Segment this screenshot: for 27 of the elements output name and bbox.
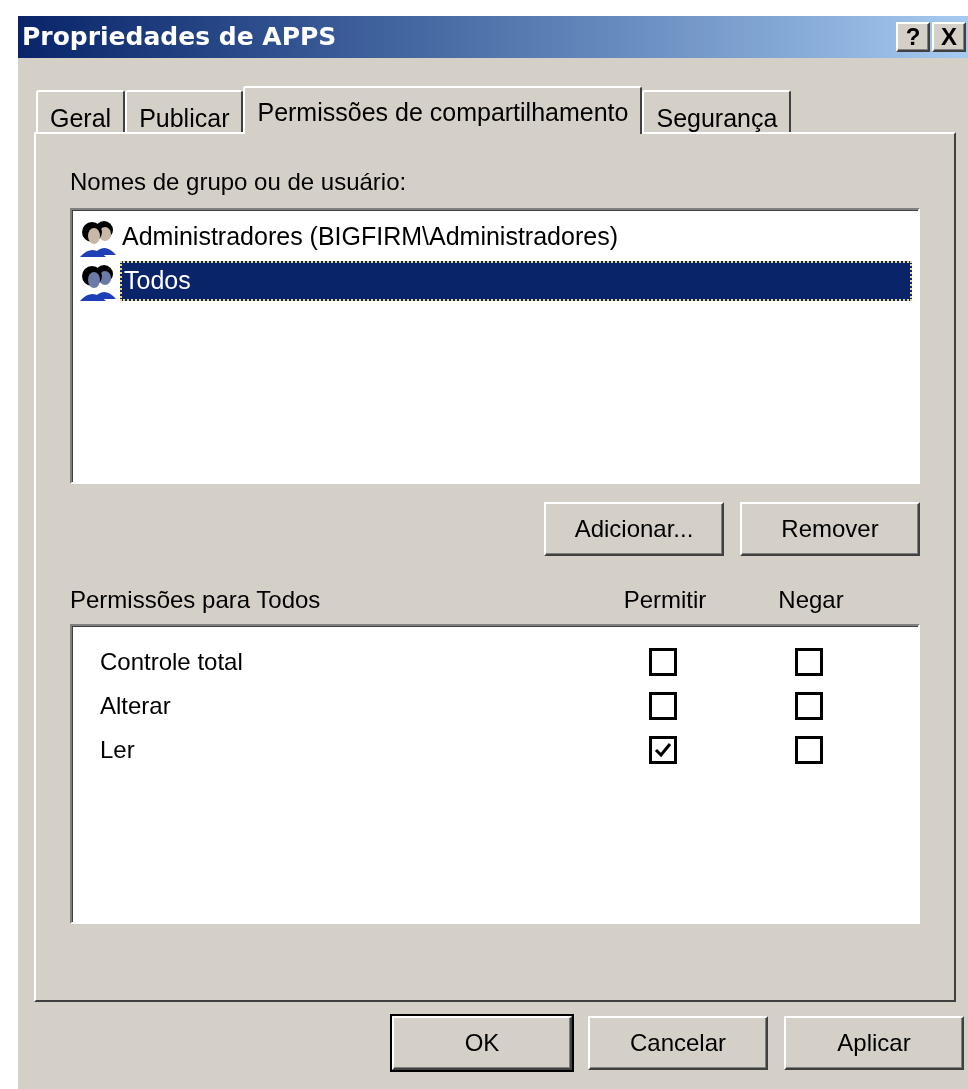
user-list-item[interactable]: Todos [120,261,912,301]
column-header: Negar [777,585,845,615]
tab[interactable]: Geral [36,90,126,132]
checkbox[interactable] [795,648,823,676]
permission-name: Alterar [100,691,172,721]
window-title: Propriedades de APPS [22,21,337,54]
tab[interactable]: Permissões de compartilhamento [243,86,643,134]
checkbox[interactable] [649,692,677,720]
column-header: Permitir [622,585,708,615]
dialog-button[interactable]: Aplicar [784,1016,964,1070]
dialog-button[interactable]: Cancelar [588,1016,768,1070]
checkbox[interactable] [649,736,677,764]
tab[interactable]: Segurança [642,90,792,132]
checkbox[interactable] [649,648,677,676]
user-list-item[interactable]: Administradores (BIGFIRM\Administradores) [120,217,912,257]
checkmark-icon [654,742,672,758]
help-button[interactable]: ? [896,22,930,52]
add-button[interactable]: Adicionar... [544,502,724,556]
permissions-label: Permissões para Todos [70,585,322,615]
checkbox[interactable] [795,736,823,764]
checkbox[interactable] [795,692,823,720]
users-label: Nomes de grupo ou de usuário: [70,167,408,197]
remove-button[interactable]: Remover [740,502,920,556]
permission-name: Ler [100,735,136,765]
permission-name: Controle total [100,647,244,677]
dialog-button[interactable]: OK [392,1016,572,1070]
close-button[interactable]: X [932,22,966,52]
